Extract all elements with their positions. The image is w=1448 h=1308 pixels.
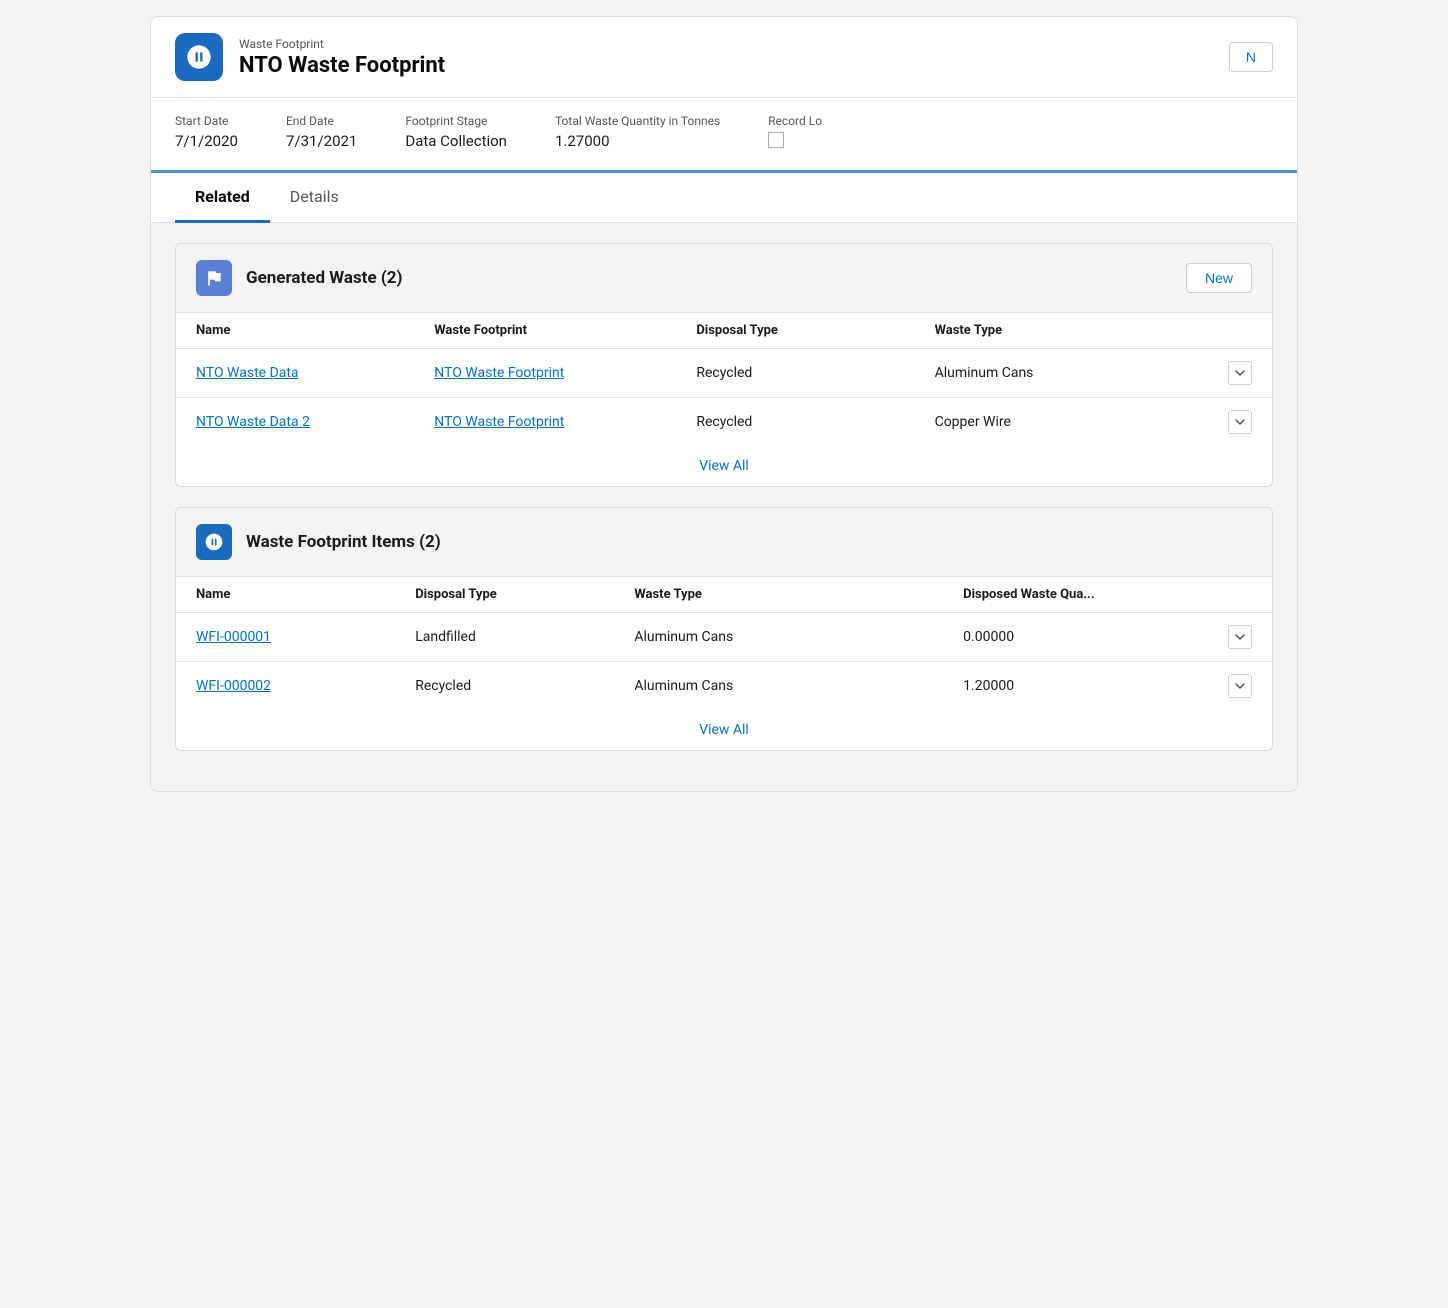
waste-footprint-items-icon xyxy=(196,524,232,560)
gw-waste-type-value: Aluminum Cans xyxy=(935,365,1034,381)
waste-footprint-items-header: Waste Footprint Items (2) xyxy=(176,508,1272,577)
main-content: Generated Waste (2) New Name Waste Footp… xyxy=(151,223,1297,791)
waste-footprint-items-section: Waste Footprint Items (2) Name Disposal … xyxy=(175,507,1273,751)
table-row: WFI-000002 Recycled Aluminum Cans 1.2000… xyxy=(176,662,1272,711)
header-title-group: Waste Footprint NTO Waste Footprint xyxy=(239,37,445,78)
gw-disposal-type-cell: Recycled xyxy=(676,349,914,398)
gw-waste-footprint-link[interactable]: NTO Waste Footprint xyxy=(434,365,564,381)
gw-name-cell: NTO Waste Data xyxy=(176,349,414,398)
end-date-value: 7/31/2021 xyxy=(286,132,357,150)
wfi-col-header-quantity: Disposed Waste Qua... xyxy=(943,577,1272,613)
gw-waste-footprint-link[interactable]: NTO Waste Footprint xyxy=(434,414,564,430)
waste-footprint-items-header-row: Name Disposal Type Waste Type Disposed W… xyxy=(176,577,1272,613)
tab-details[interactable]: Details xyxy=(270,173,359,223)
wfi-col-header-waste-type: Waste Type xyxy=(614,577,943,613)
wfi-dropdown-arrow[interactable] xyxy=(1228,674,1252,698)
wfi-name-link[interactable]: WFI-000002 xyxy=(196,678,271,694)
col-header-waste-footprint: Waste Footprint xyxy=(414,313,676,349)
record-locked-checkbox[interactable] xyxy=(768,132,784,148)
wfi-waste-type-cell: Aluminum Cans xyxy=(614,662,943,711)
gw-dropdown-arrow[interactable] xyxy=(1228,410,1252,434)
record-locked-label: Record Lo xyxy=(768,114,822,128)
gw-waste-footprint-cell: NTO Waste Footprint xyxy=(414,349,676,398)
record-locked-field: Record Lo xyxy=(768,114,822,150)
generated-waste-section: Generated Waste (2) New Name Waste Footp… xyxy=(175,243,1273,487)
generated-waste-view-all[interactable]: View All xyxy=(699,458,749,474)
app-icon xyxy=(175,33,223,81)
col-header-name: Name xyxy=(176,313,414,349)
footprint-stage-label: Footprint Stage xyxy=(405,114,507,128)
end-date-label: End Date xyxy=(286,114,357,128)
table-row: NTO Waste Data 2 NTO Waste Footprint Rec… xyxy=(176,398,1272,447)
col-header-waste-type: Waste Type xyxy=(915,313,1272,349)
gw-disposal-type-cell: Recycled xyxy=(676,398,914,447)
wfi-waste-type-cell: Aluminum Cans xyxy=(614,613,943,662)
end-date-field: End Date 7/31/2021 xyxy=(286,114,357,150)
generated-waste-new-button[interactable]: New xyxy=(1186,263,1252,293)
waste-footprint-items-header-left: Waste Footprint Items (2) xyxy=(196,524,441,560)
table-row: NTO Waste Data NTO Waste Footprint Recyc… xyxy=(176,349,1272,398)
total-waste-field: Total Waste Quantity in Tonnes 1.27000 xyxy=(555,114,720,150)
footprint-stage-value: Data Collection xyxy=(405,132,507,150)
wfi-quantity-value: 1.20000 xyxy=(963,678,1014,694)
page-title: NTO Waste Footprint xyxy=(239,53,445,78)
wfi-name-cell: WFI-000001 xyxy=(176,613,395,662)
wfi-quantity-value: 0.00000 xyxy=(963,629,1014,645)
gw-name-link[interactable]: NTO Waste Data 2 xyxy=(196,414,310,430)
header-left: Waste Footprint NTO Waste Footprint xyxy=(175,33,445,81)
fields-row: Start Date 7/1/2020 End Date 7/31/2021 F… xyxy=(151,98,1297,173)
table-row: WFI-000001 Landfilled Aluminum Cans 0.00… xyxy=(176,613,1272,662)
generated-waste-view-all-row: View All xyxy=(176,446,1272,486)
waste-footprint-items-title: Waste Footprint Items (2) xyxy=(246,532,441,552)
wfi-col-header-disposal-type: Disposal Type xyxy=(395,577,614,613)
waste-footprint-items-view-all[interactable]: View All xyxy=(699,722,749,738)
start-date-field: Start Date 7/1/2020 xyxy=(175,114,238,150)
wfi-col-header-name: Name xyxy=(176,577,395,613)
generated-waste-header: Generated Waste (2) New xyxy=(176,244,1272,313)
col-header-disposal-type: Disposal Type xyxy=(676,313,914,349)
generated-waste-icon xyxy=(196,260,232,296)
waste-footprint-items-table: Name Disposal Type Waste Type Disposed W… xyxy=(176,577,1272,710)
page-header: Waste Footprint NTO Waste Footprint N xyxy=(151,17,1297,98)
gw-waste-footprint-cell: NTO Waste Footprint xyxy=(414,398,676,447)
tab-related[interactable]: Related xyxy=(175,173,270,223)
wfi-quantity-cell: 0.00000 xyxy=(943,613,1272,662)
gw-waste-type-value: Copper Wire xyxy=(935,414,1011,430)
wfi-name-link[interactable]: WFI-000001 xyxy=(196,629,271,645)
waste-footprint-items-view-all-row: View All xyxy=(176,710,1272,750)
tabs: Related Details xyxy=(175,173,1273,222)
total-waste-value: 1.27000 xyxy=(555,132,720,150)
start-date-value: 7/1/2020 xyxy=(175,132,238,150)
gw-name-cell: NTO Waste Data 2 xyxy=(176,398,414,447)
generated-waste-header-row: Name Waste Footprint Disposal Type Waste… xyxy=(176,313,1272,349)
wfi-name-cell: WFI-000002 xyxy=(176,662,395,711)
gw-dropdown-arrow[interactable] xyxy=(1228,361,1252,385)
total-waste-label: Total Waste Quantity in Tonnes xyxy=(555,114,720,128)
generated-waste-title: Generated Waste (2) xyxy=(246,268,403,288)
footprint-stage-field: Footprint Stage Data Collection xyxy=(405,114,507,150)
gw-waste-type-cell: Aluminum Cans xyxy=(915,349,1272,398)
tabs-section: Related Details xyxy=(151,173,1297,223)
wfi-disposal-type-cell: Recycled xyxy=(395,662,614,711)
gw-waste-type-cell: Copper Wire xyxy=(915,398,1272,447)
wfi-dropdown-arrow[interactable] xyxy=(1228,625,1252,649)
gw-name-link[interactable]: NTO Waste Data xyxy=(196,365,299,381)
wfi-quantity-cell: 1.20000 xyxy=(943,662,1272,711)
header-right: N xyxy=(1229,42,1273,72)
header-subtitle: Waste Footprint xyxy=(239,37,445,51)
header-new-button[interactable]: N xyxy=(1229,42,1273,72)
generated-waste-table: Name Waste Footprint Disposal Type Waste… xyxy=(176,313,1272,446)
start-date-label: Start Date xyxy=(175,114,238,128)
wfi-disposal-type-cell: Landfilled xyxy=(395,613,614,662)
generated-waste-header-left: Generated Waste (2) xyxy=(196,260,403,296)
